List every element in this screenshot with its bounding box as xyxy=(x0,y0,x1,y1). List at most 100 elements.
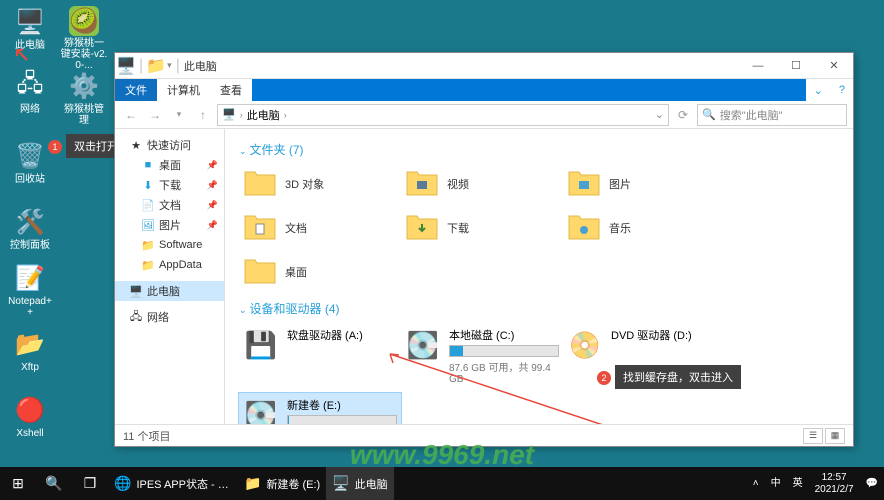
pc-icon: 🖥️ xyxy=(129,284,143,298)
help-icon[interactable]: ? xyxy=(831,79,853,101)
folder-videos[interactable]: 视频 xyxy=(401,164,563,204)
sidebar-item-appdata[interactable]: 📁AppData xyxy=(115,255,224,275)
drive-usage-bar xyxy=(287,415,397,424)
taskbar: ⊞ 🔍 ❐ 🌐IPES APP状态 - G... 📁新建卷 (E:) 🖥️此电脑… xyxy=(0,467,884,500)
qat-dropdown-icon[interactable]: ▾ xyxy=(167,60,172,71)
folder-documents[interactable]: 文档 xyxy=(239,208,401,248)
folder-desktop[interactable]: 桌面 xyxy=(239,252,401,292)
tab-computer[interactable]: 计算机 xyxy=(157,79,210,101)
folder-music[interactable]: 音乐 xyxy=(563,208,725,248)
search-input[interactable]: 🔍 搜索"此电脑" xyxy=(697,104,847,126)
desktop-icon-recycle[interactable]: 🗑️ 回收站 xyxy=(6,140,54,185)
folder-icon: 📁 xyxy=(244,475,261,492)
qat-icon[interactable]: 📁 xyxy=(145,56,167,76)
section-folders-header[interactable]: ⌄文件夹 (7) xyxy=(239,141,839,158)
file-explorer-window: 🖥️ | 📁 ▾ | 此电脑 — ☐ ✕ 文件 计算机 查看 ⌄ ? ← → ▾… xyxy=(114,52,854,447)
annotation-tip-2: 找到缓存盘，双击进入 xyxy=(615,365,741,389)
folder-icon: ⬇ xyxy=(141,178,155,192)
content-pane: ⌄文件夹 (7) 3D 对象 视频 图片 文档 下载 音乐 桌面 ⌄设备和驱动器… xyxy=(225,129,853,424)
desktop-icon-kiwi-mgr[interactable]: ⚙️ 猕猴桃管理 xyxy=(60,70,108,126)
search-placeholder: 搜索"此电脑" xyxy=(720,107,783,123)
address-bar-row: ← → ▾ ↑ 🖥️ › 此电脑 › ⌄ ⟳ 🔍 搜索"此电脑" xyxy=(115,101,853,129)
search-icon: 🔍 xyxy=(45,475,62,492)
sidebar-item-downloads[interactable]: ⬇下载📌 xyxy=(115,175,224,195)
status-item-count: 11 个项目 xyxy=(123,428,170,444)
tray-clock[interactable]: 12:57 2021/2/7 xyxy=(809,472,860,496)
drive-volume-e[interactable]: 💽 新建卷 (E:) 126 GB 可用，共 126 GB xyxy=(239,393,401,424)
drive-local-c[interactable]: 💽 本地磁盘 (C:) 87.6 GB 可用，共 99.4 GB xyxy=(401,323,563,389)
desktop-icon-this-pc[interactable]: 🖥️ 此电脑 xyxy=(6,6,54,51)
folder-pictures[interactable]: 图片 xyxy=(563,164,725,204)
desktop-icon-xftp[interactable]: 📂 Xftp xyxy=(6,328,54,373)
pin-icon: 📌 xyxy=(207,200,218,211)
sidebar-item-desktop[interactable]: ■桌面📌 xyxy=(115,155,224,175)
tray-notifications-icon[interactable]: 💬 xyxy=(860,478,884,490)
pc-icon: 🖥️ xyxy=(14,6,46,38)
nav-history-button[interactable]: ▾ xyxy=(169,105,189,125)
dvd-icon: 📀 xyxy=(567,327,603,363)
hdd-icon: 💽 xyxy=(243,397,279,424)
desktop-icon-notepadpp[interactable]: 📝 Notepad++ xyxy=(6,262,54,318)
floppy-icon: 💾 xyxy=(243,327,279,363)
search-button[interactable]: 🔍 xyxy=(36,467,72,500)
nav-back-button[interactable]: ← xyxy=(121,105,141,125)
close-button[interactable]: ✕ xyxy=(815,53,853,79)
task-view-button[interactable]: ❐ xyxy=(72,467,108,500)
breadcrumb-chevron-icon[interactable]: › xyxy=(240,110,243,120)
tray-chevron-icon[interactable]: ˄ xyxy=(747,478,765,490)
tray-ime-2[interactable]: 英 xyxy=(787,478,809,490)
section-drives-header[interactable]: ⌄设备和驱动器 (4) xyxy=(239,300,839,317)
titlebar[interactable]: 🖥️ | 📁 ▾ | 此电脑 — ☐ ✕ xyxy=(115,53,853,79)
folder-icon: ■ xyxy=(141,158,155,172)
pc-icon: 🖥️ xyxy=(332,475,349,492)
desktop-icon-network[interactable]: 🖧 网络 xyxy=(6,70,54,115)
qat-divider: | xyxy=(139,57,143,75)
folder-icon: 🖼 xyxy=(141,218,155,232)
sidebar-item-software[interactable]: 📁Software xyxy=(115,235,224,255)
sidebar-item-documents[interactable]: 📄文档📌 xyxy=(115,195,224,215)
maximize-button[interactable]: ☐ xyxy=(777,53,815,79)
pin-icon: 📌 xyxy=(207,220,218,231)
tray-ime-1[interactable]: 中 xyxy=(765,478,787,490)
desktop-icon-xshell[interactable]: 🔴 Xshell xyxy=(6,394,54,439)
nav-up-button[interactable]: ↑ xyxy=(193,105,213,125)
kiwi2-icon: ⚙️ xyxy=(68,70,100,102)
tab-file[interactable]: 文件 xyxy=(115,79,157,101)
folder-icon xyxy=(243,211,277,245)
minimize-button[interactable]: — xyxy=(739,53,777,79)
folder-3d-objects[interactable]: 3D 对象 xyxy=(239,164,401,204)
bin-icon: 🗑️ xyxy=(14,140,46,172)
drive-usage-bar xyxy=(449,345,559,357)
tab-view[interactable]: 查看 xyxy=(210,79,252,101)
ribbon-expand-icon[interactable]: ⌄ xyxy=(806,79,831,101)
taskbar-item-chrome[interactable]: 🌐IPES APP状态 - G... xyxy=(108,467,238,500)
folder-icon: 📁 xyxy=(141,238,155,252)
start-button[interactable]: ⊞ xyxy=(0,467,36,500)
taskbar-item-explorer-pc[interactable]: 🖥️此电脑 xyxy=(326,467,393,500)
taskbar-item-explorer-e[interactable]: 📁新建卷 (E:) xyxy=(238,467,326,500)
desktop-icon-control-panel[interactable]: 🛠️ 控制面板 xyxy=(6,206,54,251)
sidebar-network[interactable]: 🖧网络 xyxy=(115,307,224,327)
network-icon: 🖧 xyxy=(14,70,46,102)
sidebar-quick-access[interactable]: ★ 快速访问 xyxy=(115,135,224,155)
sidebar-this-pc[interactable]: 🖥️此电脑 xyxy=(115,281,224,301)
view-details-button[interactable]: ☰ xyxy=(803,428,823,444)
annotation-badge-2: 2 xyxy=(597,371,611,385)
breadcrumb-chevron-icon[interactable]: › xyxy=(284,110,287,120)
drive-floppy-a[interactable]: 💾 软盘驱动器 (A:) xyxy=(239,323,401,389)
address-dropdown-icon[interactable]: ⌄ xyxy=(655,108,664,121)
folder-icon xyxy=(567,211,601,245)
address-bar[interactable]: 🖥️ › 此电脑 › ⌄ xyxy=(217,104,669,126)
nav-forward-button[interactable]: → xyxy=(145,105,165,125)
chrome-icon: 🌐 xyxy=(114,475,131,492)
desktop-icon-kiwi-installer[interactable]: 🥝 猕猴桃一键安装-v2.0-... xyxy=(60,6,108,71)
pc-icon: 🖥️ xyxy=(222,108,236,121)
breadcrumb-root[interactable]: 此电脑 xyxy=(247,107,280,123)
view-icons-button[interactable]: ▦ xyxy=(825,428,845,444)
sidebar-item-pictures[interactable]: 🖼图片📌 xyxy=(115,215,224,235)
pc-icon: 🖥️ xyxy=(115,56,137,76)
system-tray: ˄ 中 英 12:57 2021/2/7 💬 xyxy=(747,467,884,500)
ribbon-tabs: 文件 计算机 查看 ⌄ ? xyxy=(115,79,853,101)
folder-downloads[interactable]: 下载 xyxy=(401,208,563,248)
refresh-button[interactable]: ⟳ xyxy=(673,105,693,125)
